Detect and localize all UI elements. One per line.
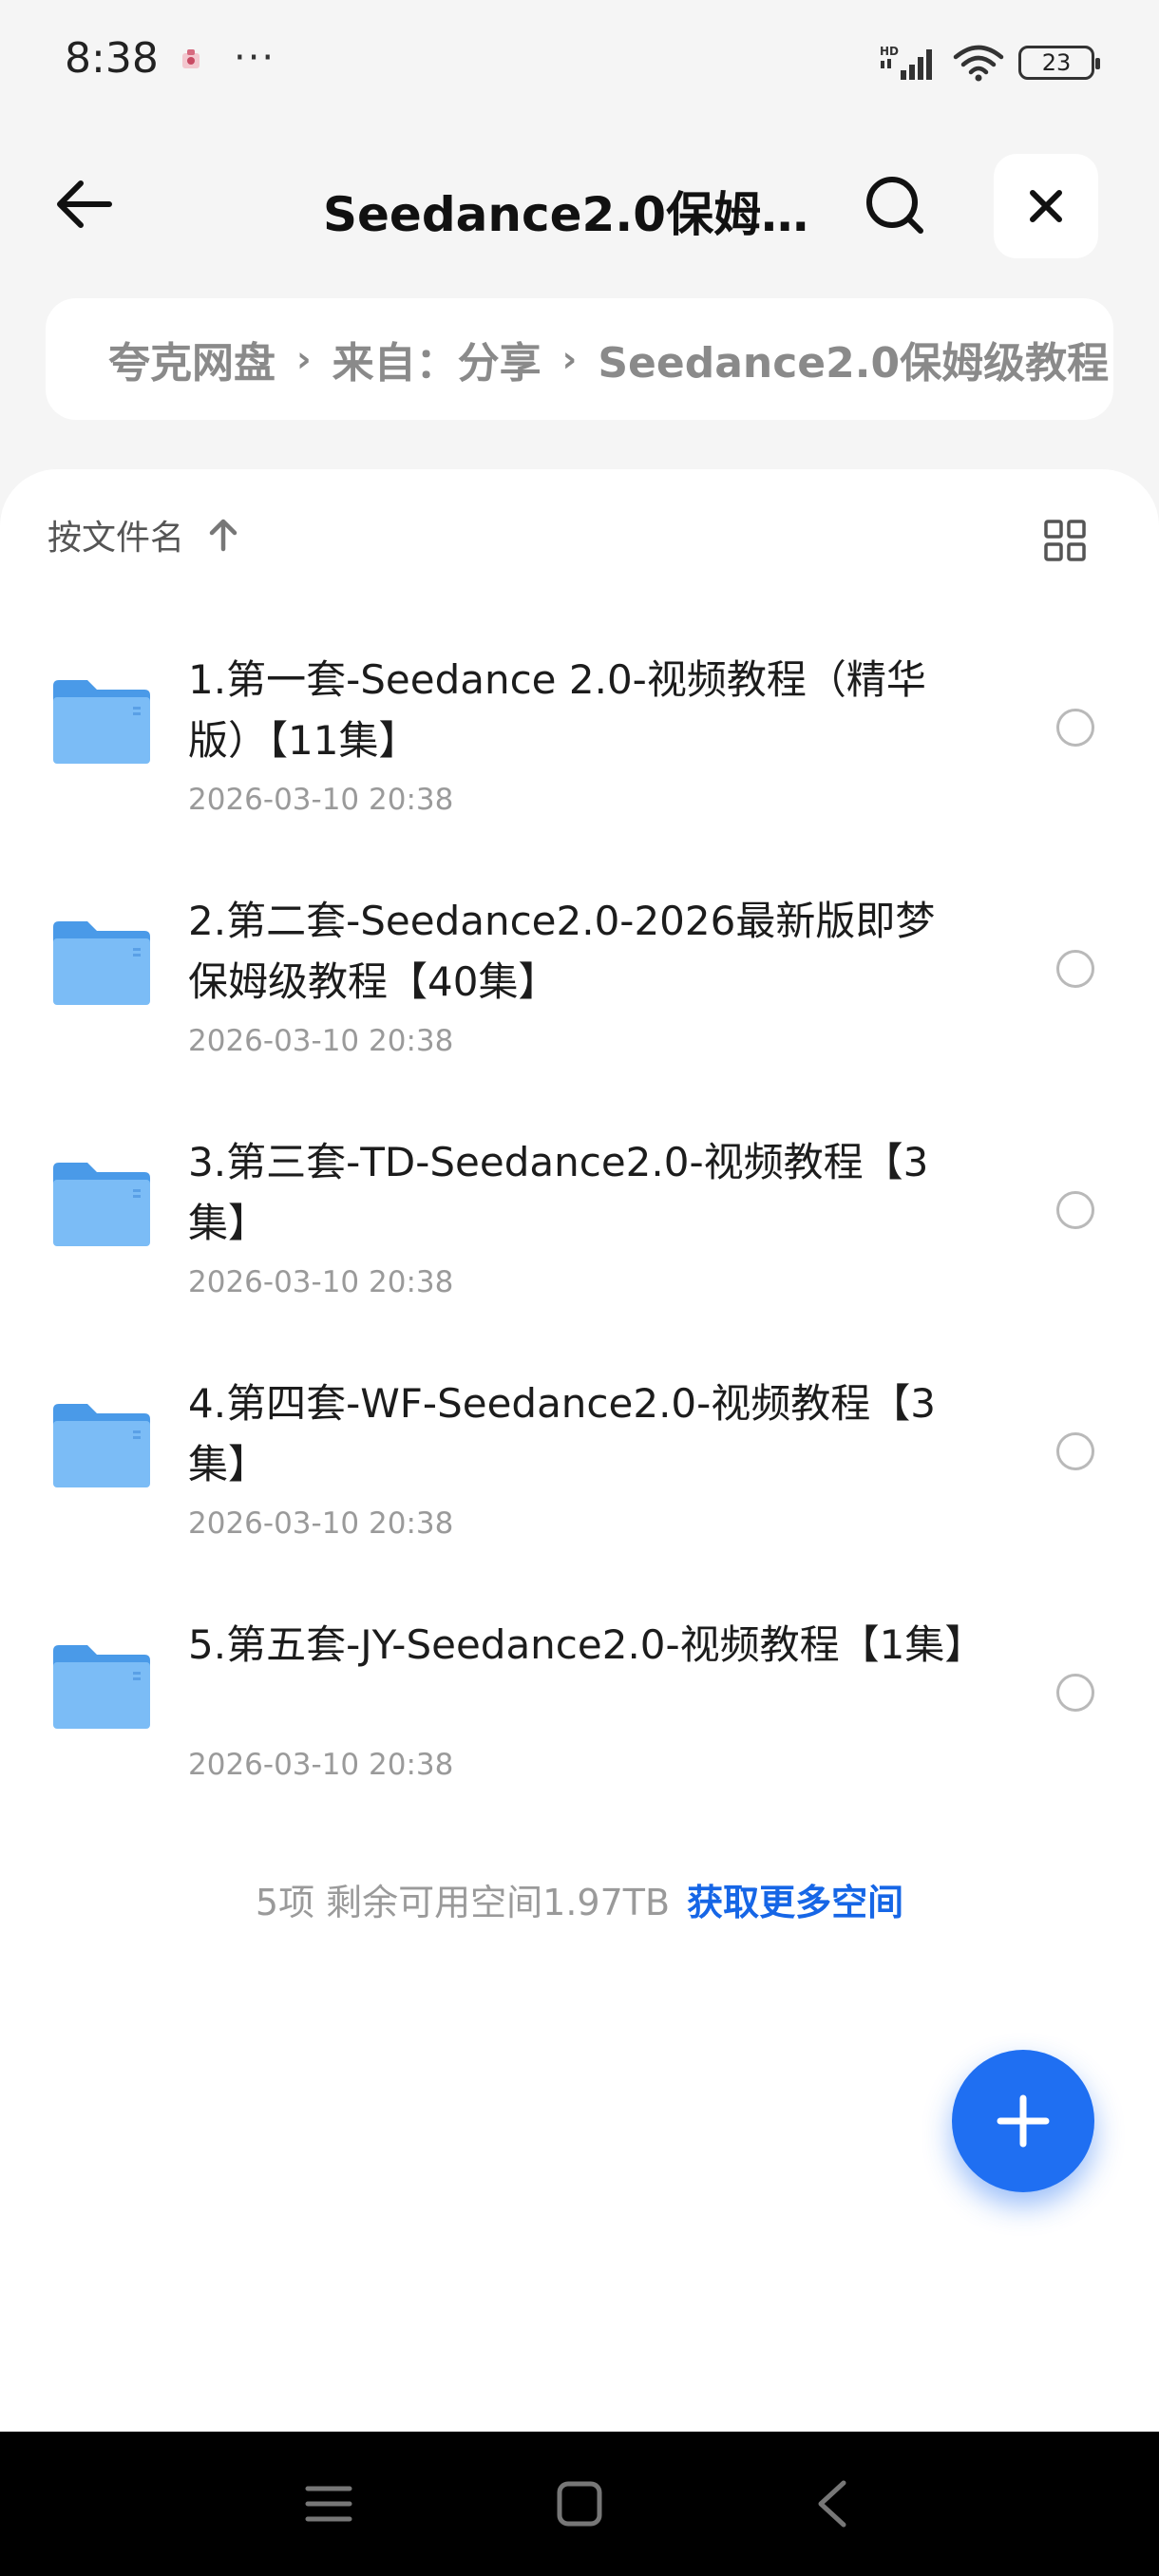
close-button[interactable] xyxy=(994,154,1098,258)
page-title: Seedance2.0保姆级... xyxy=(323,187,817,242)
file-date: 2026-03-10 20:38 xyxy=(188,783,454,817)
folder-icon xyxy=(53,1163,150,1246)
folder-icon xyxy=(53,1645,150,1729)
battery-icon: 23 xyxy=(1018,46,1100,80)
svg-text:HD: HD xyxy=(880,45,899,58)
back-nav-button[interactable] xyxy=(804,2475,861,2532)
plus-icon xyxy=(997,2094,1050,2148)
hd-signal-icon: HD xyxy=(880,45,932,80)
grid-view-icon[interactable] xyxy=(1043,519,1087,562)
system-nav-bar xyxy=(0,2432,1159,2576)
file-name: 2.第二套-Seedance2.0-2026最新版即梦保姆级教程【40集】 xyxy=(188,898,936,1005)
item-count-and-space: 5项 剩余可用空间1.97TB xyxy=(255,1882,671,1923)
select-checkbox[interactable] xyxy=(1056,1191,1094,1229)
sort-control[interactable]: 按文件名 xyxy=(48,511,239,559)
file-date: 2026-03-10 20:38 xyxy=(188,1024,454,1058)
select-checkbox[interactable] xyxy=(1056,709,1094,747)
list-item[interactable]: 5.第五套-JY-Seedance2.0-视频教程【1集】 2026-03-10… xyxy=(0,1586,1159,1828)
home-nav-button[interactable] xyxy=(551,2475,608,2532)
storage-summary: 5项 剩余可用空间1.97TB 获取更多空间 xyxy=(0,1873,1159,1925)
breadcrumb-item-current[interactable]: Seedance2.0保姆级教程 xyxy=(598,329,1109,389)
file-name: 4.第四套-WF-Seedance2.0-视频教程【3集】 xyxy=(188,1380,937,1487)
search-icon xyxy=(866,177,923,234)
get-more-space-link[interactable]: 获取更多空间 xyxy=(687,1882,903,1923)
status-more-dots: ··· xyxy=(234,36,276,80)
breadcrumb-item-share[interactable]: 来自：分享 xyxy=(332,329,542,389)
select-checkbox[interactable] xyxy=(1056,1432,1094,1470)
folder-icon xyxy=(53,680,150,764)
chevron-left-icon xyxy=(818,2480,846,2528)
list-item[interactable]: 4.第四套-WF-Seedance2.0-视频教程【3集】 2026-03-10… xyxy=(0,1345,1159,1586)
chevron-right-icon: › xyxy=(561,338,578,380)
home-square-icon xyxy=(557,2481,602,2527)
file-name: 3.第三套-TD-Seedance2.0-视频教程【3集】 xyxy=(188,1139,929,1246)
status-right-icons: HD 23 xyxy=(880,42,1100,84)
file-date: 2026-03-10 20:38 xyxy=(188,1506,454,1541)
file-name: 1.第一套-Seedance 2.0-视频教程（精华版）【11集】 xyxy=(188,656,926,764)
file-date: 2026-03-10 20:38 xyxy=(188,1748,454,1782)
sort-label: 按文件名 xyxy=(48,519,185,558)
status-bar: 8:38 ··· HD 23 xyxy=(0,0,1159,123)
list-item[interactable]: 3.第三套-TD-Seedance2.0-视频教程【3集】 2026-03-10… xyxy=(0,1104,1159,1345)
breadcrumb-item-root[interactable]: 夸克网盘 xyxy=(108,329,276,389)
menu-nav-button[interactable] xyxy=(300,2475,357,2532)
status-time: 8:38 xyxy=(65,34,159,83)
file-date: 2026-03-10 20:38 xyxy=(188,1265,454,1299)
file-list: 1.第一套-Seedance 2.0-视频教程（精华版）【11集】 2026-0… xyxy=(0,621,1159,1828)
select-checkbox[interactable] xyxy=(1056,1674,1094,1712)
breadcrumb: 夸克网盘 › 来自：分享 › Seedance2.0保姆级教程 xyxy=(46,298,1113,420)
back-arrow-icon xyxy=(57,180,112,228)
menu-icon xyxy=(305,2486,352,2522)
file-name: 5.第五套-JY-Seedance2.0-视频教程【1集】 xyxy=(188,1621,985,1668)
app-notification-icon xyxy=(182,49,200,68)
list-item[interactable]: 2.第二套-Seedance2.0-2026最新版即梦保姆级教程【40集】 20… xyxy=(0,862,1159,1104)
battery-level: 23 xyxy=(1041,49,1072,76)
chevron-right-icon: › xyxy=(296,338,312,380)
add-button[interactable] xyxy=(952,2050,1094,2192)
folder-icon xyxy=(53,1404,150,1487)
back-button[interactable] xyxy=(46,171,122,237)
top-bar: Seedance2.0保姆级... xyxy=(0,142,1159,266)
list-item[interactable]: 1.第一套-Seedance 2.0-视频教程（精华版）【11集】 2026-0… xyxy=(0,621,1159,862)
folder-icon xyxy=(53,921,150,1005)
search-button[interactable] xyxy=(855,165,935,245)
wifi-icon xyxy=(953,45,1004,82)
select-checkbox[interactable] xyxy=(1056,950,1094,988)
arrow-up-icon xyxy=(209,519,238,552)
close-icon xyxy=(1030,190,1062,222)
